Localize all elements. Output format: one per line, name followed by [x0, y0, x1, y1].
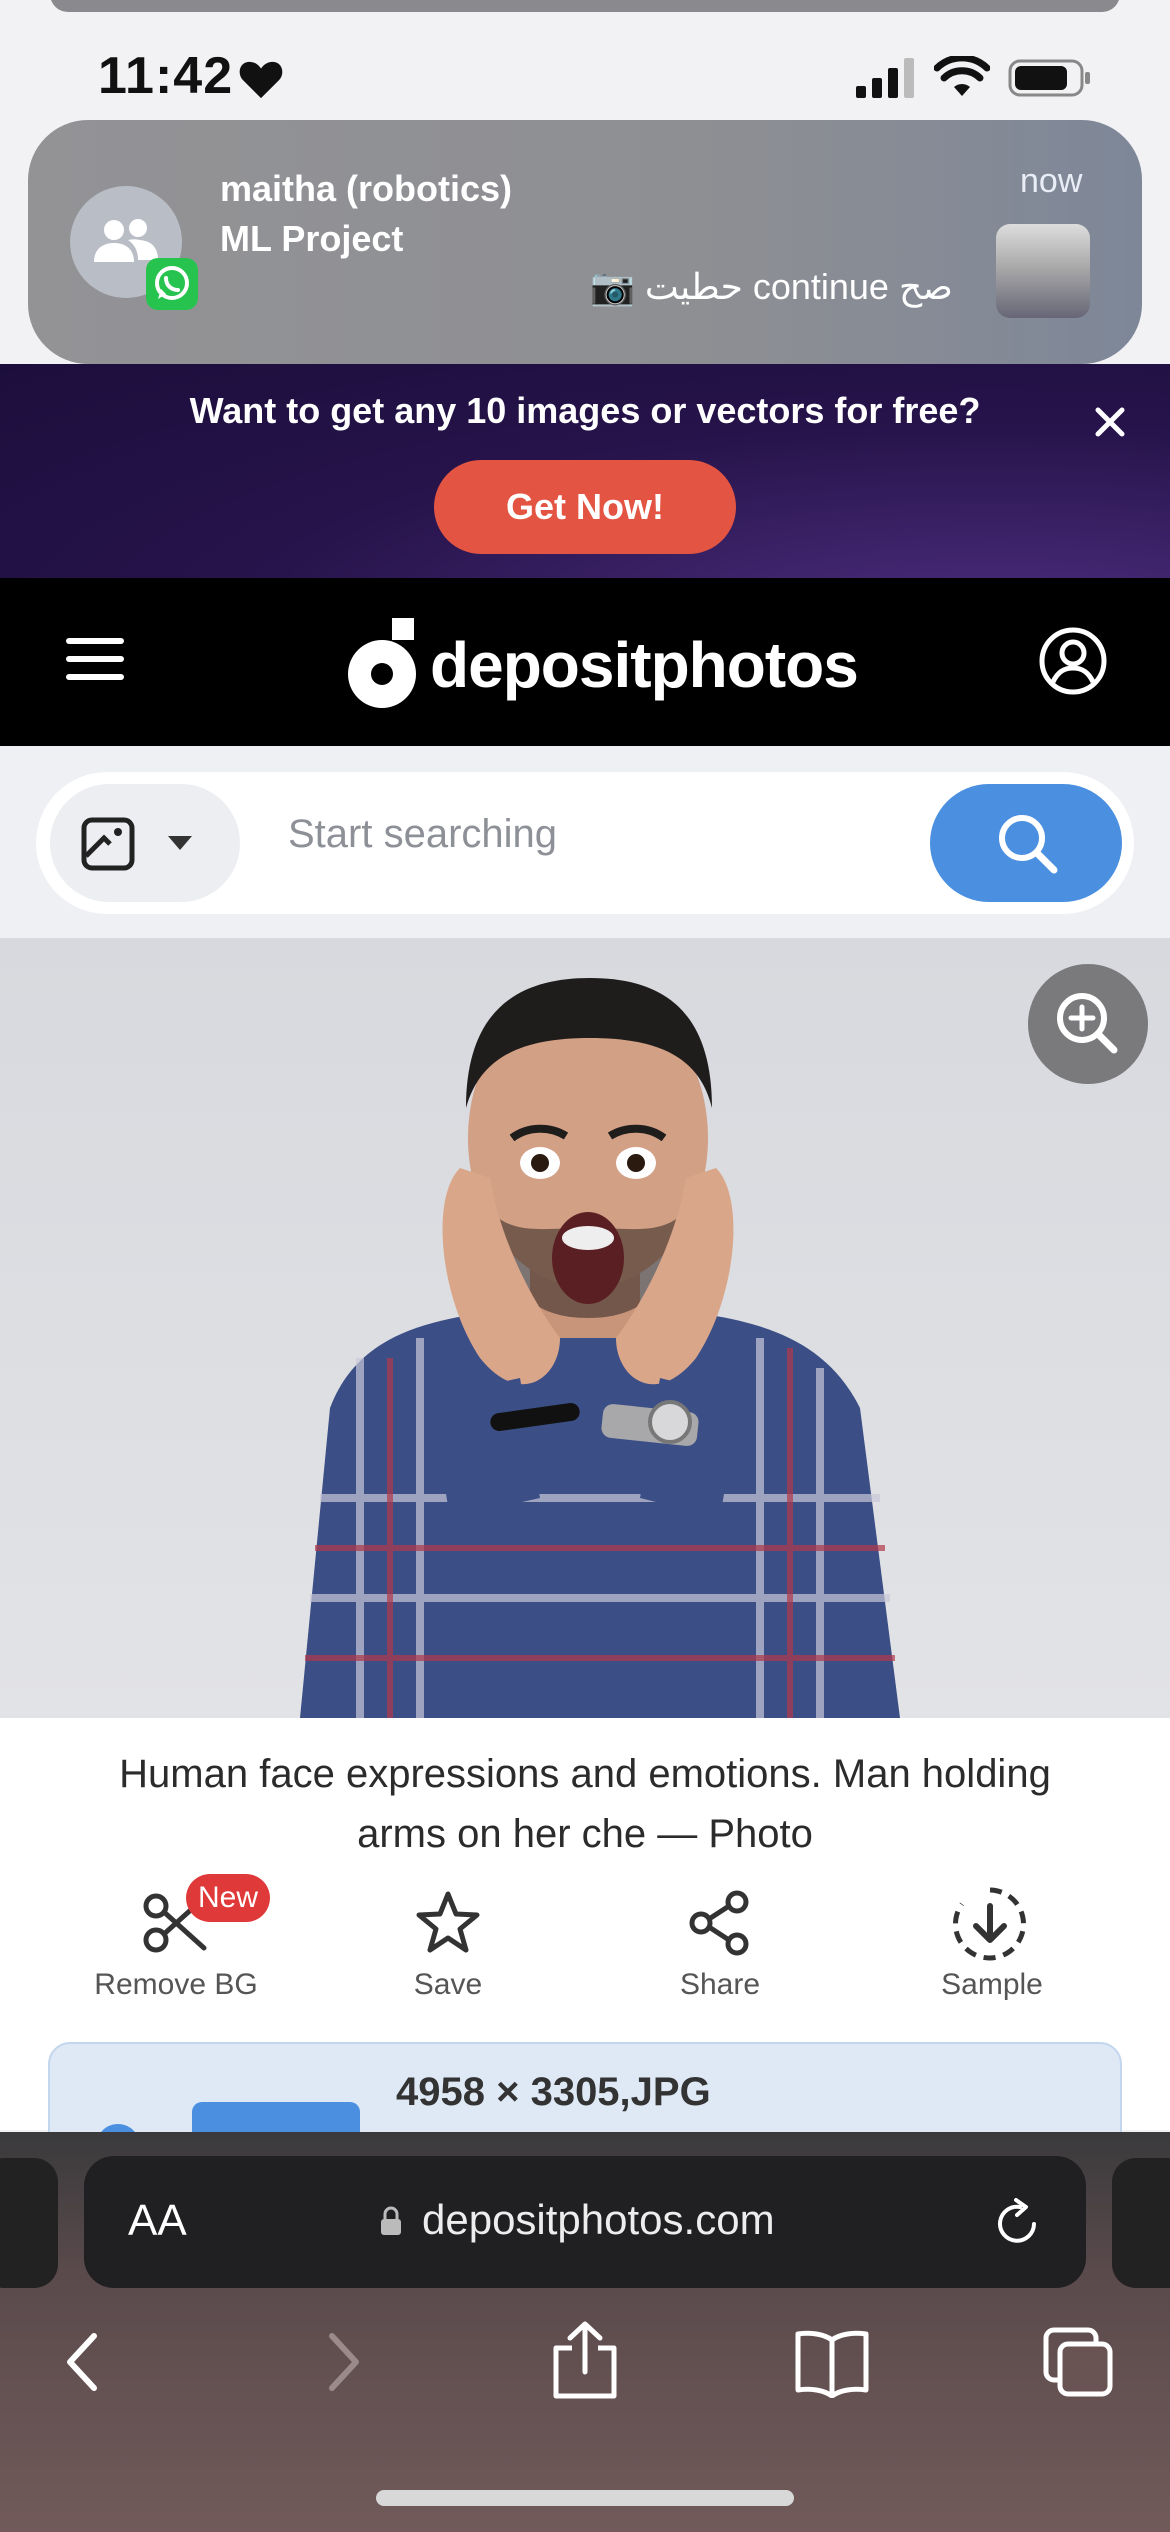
download-icon	[953, 1887, 1026, 1961]
back-icon[interactable]	[50, 2326, 122, 2398]
status-time: 11:42	[98, 47, 234, 105]
save-button[interactable]: Save	[348, 1890, 548, 2001]
sample-button[interactable]: Sample	[892, 1884, 1092, 2001]
notification-body: 📷 حطيت continue صح	[590, 266, 953, 307]
image-dimensions: 4958 × 3305,JPG	[396, 2070, 711, 2114]
forward-icon	[329, 2333, 359, 2391]
notification-time: now	[1020, 162, 1083, 200]
share-sheet-icon[interactable]	[548, 2320, 622, 2400]
tabs-icon[interactable]	[1042, 2326, 1114, 2398]
user-circle-icon[interactable]	[1038, 626, 1108, 696]
photo-caption: Human face expressions and emotions. Man…	[119, 1752, 1051, 1856]
zoom-button[interactable]	[1028, 964, 1148, 1084]
heart-icon	[239, 61, 283, 99]
preview-photo[interactable]	[0, 938, 1170, 1718]
close-icon[interactable]	[1090, 402, 1130, 442]
previous-tab-preview[interactable]	[0, 2158, 58, 2288]
notification-subtitle: ML Project	[220, 218, 404, 259]
logo-mark[interactable]	[346, 616, 420, 712]
man-photo-illustration	[300, 978, 900, 1718]
search-type-dropdown[interactable]	[50, 784, 240, 902]
text-size-button[interactable]: AA	[128, 2196, 187, 2246]
new-badge: New	[186, 1874, 270, 1922]
url-text[interactable]: depositphotos.com	[422, 2196, 775, 2244]
bookmarks-icon[interactable]	[794, 2326, 870, 2398]
wifi-icon	[934, 56, 990, 96]
search-input[interactable]: Start searching	[288, 812, 557, 857]
chevron-down-icon	[168, 836, 192, 850]
get-now-button[interactable]: Get Now!	[434, 460, 736, 554]
share-icon	[689, 1890, 749, 1956]
notification-title: maitha (robotics)	[220, 168, 513, 209]
sample-label: Sample	[941, 1968, 1043, 2001]
star-icon	[416, 1891, 480, 1953]
share-label: Share	[679, 1968, 761, 2001]
home-indicator[interactable]	[376, 2490, 794, 2506]
remove-bg-label: Remove BG	[94, 1968, 258, 2001]
share-button[interactable]: Share	[620, 1890, 820, 2001]
save-label: Save	[413, 1968, 483, 2001]
battery-icon	[1008, 59, 1090, 97]
reload-icon[interactable]	[990, 2196, 1044, 2250]
search-button[interactable]	[930, 784, 1122, 902]
promo-text: Want to get any 10 images or vectors for…	[189, 390, 981, 431]
lock-icon	[381, 2206, 401, 2235]
menu-icon[interactable]	[66, 636, 124, 682]
notification-thumbnail	[996, 224, 1090, 318]
next-tab-preview[interactable]	[1112, 2158, 1170, 2288]
zoom-in-icon	[1057, 993, 1118, 1054]
image-type-icon	[81, 817, 135, 871]
signal-icon	[856, 58, 914, 98]
search-icon	[999, 815, 1058, 874]
top-pill	[50, 0, 1120, 12]
logo-text[interactable]: depositphotos	[430, 628, 859, 702]
notification-banner[interactable]	[28, 120, 1142, 364]
whatsapp-icon	[146, 258, 198, 310]
